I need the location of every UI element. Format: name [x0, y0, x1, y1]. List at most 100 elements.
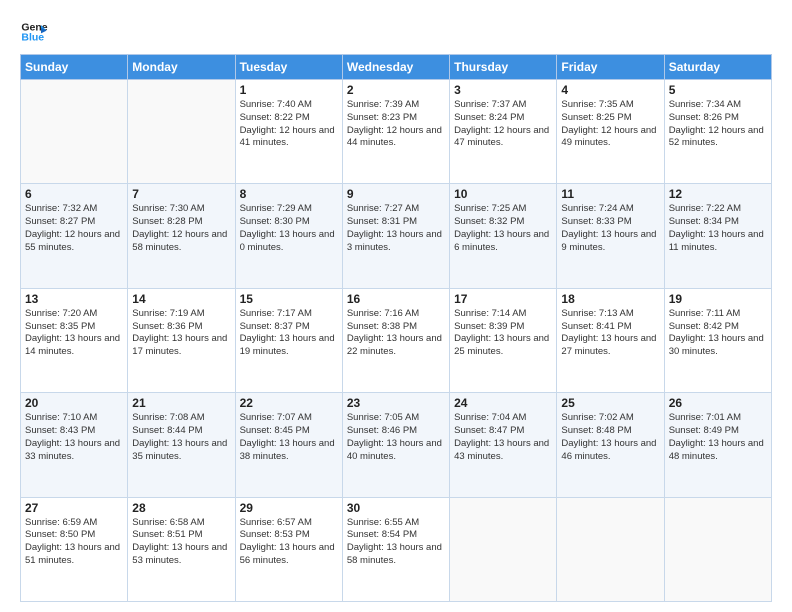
calendar-day-header: Friday	[557, 55, 664, 80]
calendar-cell	[128, 80, 235, 184]
day-info: Sunrise: 7:25 AMSunset: 8:32 PMDaylight:…	[454, 203, 552, 254]
day-number: 24	[454, 396, 552, 410]
day-number: 14	[132, 292, 230, 306]
header: General Blue	[20, 18, 772, 46]
calendar-cell: 1 Sunrise: 7:40 AMSunset: 8:22 PMDaylight…	[235, 80, 342, 184]
calendar-cell: 12 Sunrise: 7:22 AMSunset: 8:34 PMDayligh…	[664, 184, 771, 288]
day-info: Sunrise: 7:32 AMSunset: 8:27 PMDaylight:…	[25, 203, 123, 254]
day-number: 4	[561, 83, 659, 97]
day-info: Sunrise: 7:11 AMSunset: 8:42 PMDaylight:…	[669, 308, 767, 359]
calendar-week-row: 1 Sunrise: 7:40 AMSunset: 8:22 PMDaylight…	[21, 80, 772, 184]
day-info: Sunrise: 7:37 AMSunset: 8:24 PMDaylight:…	[454, 99, 552, 150]
calendar-week-row: 13 Sunrise: 7:20 AMSunset: 8:35 PMDayligh…	[21, 288, 772, 392]
calendar-cell: 15Sunrise: 7:17 AMSunset: 8:37 PMDayligh…	[235, 288, 342, 392]
day-number: 3	[454, 83, 552, 97]
calendar-cell: 22Sunrise: 7:07 AMSunset: 8:45 PMDayligh…	[235, 393, 342, 497]
calendar-cell: 29 Sunrise: 6:57 AMSunset: 8:53 PMDayligh…	[235, 497, 342, 601]
day-number: 7	[132, 187, 230, 201]
day-info: Sunrise: 7:29 AMSunset: 8:30 PMDaylight:…	[240, 203, 338, 254]
day-number: 11	[561, 187, 659, 201]
calendar-cell: 5Sunrise: 7:34 AMSunset: 8:26 PMDaylight…	[664, 80, 771, 184]
day-number: 27	[25, 501, 123, 515]
logo-icon: General Blue	[20, 18, 48, 46]
calendar-cell: 27 Sunrise: 6:59 AMSunset: 8:50 PMDayligh…	[21, 497, 128, 601]
calendar-cell: 13 Sunrise: 7:20 AMSunset: 8:35 PMDayligh…	[21, 288, 128, 392]
day-info: Sunrise: 7:08 AMSunset: 8:44 PMDaylight:…	[132, 412, 230, 463]
day-info: Sunrise: 7:02 AMSunset: 8:48 PMDaylight:…	[561, 412, 659, 463]
calendar-cell: 4 Sunrise: 7:35 AMSunset: 8:25 PMDaylight…	[557, 80, 664, 184]
calendar-cell: 23 Sunrise: 7:05 AMSunset: 8:46 PMDayligh…	[342, 393, 449, 497]
calendar-cell: 24 Sunrise: 7:04 AMSunset: 8:47 PMDayligh…	[450, 393, 557, 497]
day-number: 29	[240, 501, 338, 515]
day-info: Sunrise: 6:59 AMSunset: 8:50 PMDaylight:…	[25, 517, 123, 568]
day-info: Sunrise: 7:24 AMSunset: 8:33 PMDaylight:…	[561, 203, 659, 254]
day-number: 10	[454, 187, 552, 201]
calendar-cell: 11 Sunrise: 7:24 AMSunset: 8:33 PMDayligh…	[557, 184, 664, 288]
day-number: 23	[347, 396, 445, 410]
calendar-cell	[557, 497, 664, 601]
day-number: 21	[132, 396, 230, 410]
day-number: 1	[240, 83, 338, 97]
day-info: Sunrise: 7:10 AMSunset: 8:43 PMDaylight:…	[25, 412, 123, 463]
day-info: Sunrise: 6:57 AMSunset: 8:53 PMDaylight:…	[240, 517, 338, 568]
calendar-cell: 6 Sunrise: 7:32 AMSunset: 8:27 PMDaylight…	[21, 184, 128, 288]
day-info: Sunrise: 7:16 AMSunset: 8:38 PMDaylight:…	[347, 308, 445, 359]
day-info: Sunrise: 7:19 AMSunset: 8:36 PMDaylight:…	[132, 308, 230, 359]
day-number: 13	[25, 292, 123, 306]
page: General Blue SundayMondayTuesdayWednesda…	[0, 0, 792, 612]
day-info: Sunrise: 6:55 AMSunset: 8:54 PMDaylight:…	[347, 517, 445, 568]
calendar-cell: 20Sunrise: 7:10 AMSunset: 8:43 PMDayligh…	[21, 393, 128, 497]
calendar-cell: 8 Sunrise: 7:29 AMSunset: 8:30 PMDaylight…	[235, 184, 342, 288]
calendar-cell: 16 Sunrise: 7:16 AMSunset: 8:38 PMDayligh…	[342, 288, 449, 392]
day-number: 25	[561, 396, 659, 410]
day-info: Sunrise: 7:04 AMSunset: 8:47 PMDaylight:…	[454, 412, 552, 463]
day-info: Sunrise: 7:35 AMSunset: 8:25 PMDaylight:…	[561, 99, 659, 150]
day-number: 19	[669, 292, 767, 306]
calendar-cell: 3 Sunrise: 7:37 AMSunset: 8:24 PMDaylight…	[450, 80, 557, 184]
day-info: Sunrise: 7:05 AMSunset: 8:46 PMDaylight:…	[347, 412, 445, 463]
day-number: 22	[240, 396, 338, 410]
calendar-cell: 9 Sunrise: 7:27 AMSunset: 8:31 PMDaylight…	[342, 184, 449, 288]
calendar-cell: 30 Sunrise: 6:55 AMSunset: 8:54 PMDayligh…	[342, 497, 449, 601]
day-number: 15	[240, 292, 338, 306]
calendar-cell	[664, 497, 771, 601]
calendar-cell: 19 Sunrise: 7:11 AMSunset: 8:42 PMDayligh…	[664, 288, 771, 392]
calendar-day-header: Monday	[128, 55, 235, 80]
day-info: Sunrise: 7:40 AMSunset: 8:22 PMDaylight:…	[240, 99, 338, 150]
calendar-day-header: Saturday	[664, 55, 771, 80]
calendar-cell: 14 Sunrise: 7:19 AMSunset: 8:36 PMDayligh…	[128, 288, 235, 392]
calendar-cell: 10 Sunrise: 7:25 AMSunset: 8:32 PMDayligh…	[450, 184, 557, 288]
calendar-week-row: 27 Sunrise: 6:59 AMSunset: 8:50 PMDayligh…	[21, 497, 772, 601]
calendar-header-row: SundayMondayTuesdayWednesdayThursdayFrid…	[21, 55, 772, 80]
calendar-cell	[450, 497, 557, 601]
calendar-cell	[21, 80, 128, 184]
day-info: Sunrise: 7:30 AMSunset: 8:28 PMDaylight:…	[132, 203, 230, 254]
day-number: 9	[347, 187, 445, 201]
day-number: 30	[347, 501, 445, 515]
day-info: Sunrise: 7:27 AMSunset: 8:31 PMDaylight:…	[347, 203, 445, 254]
day-number: 2	[347, 83, 445, 97]
calendar-cell: 28Sunrise: 6:58 AMSunset: 8:51 PMDayligh…	[128, 497, 235, 601]
day-info: Sunrise: 6:58 AMSunset: 8:51 PMDaylight:…	[132, 517, 230, 568]
calendar-cell: 21 Sunrise: 7:08 AMSunset: 8:44 PMDayligh…	[128, 393, 235, 497]
calendar-table: SundayMondayTuesdayWednesdayThursdayFrid…	[20, 54, 772, 602]
calendar-day-header: Sunday	[21, 55, 128, 80]
day-number: 18	[561, 292, 659, 306]
day-info: Sunrise: 7:39 AMSunset: 8:23 PMDaylight:…	[347, 99, 445, 150]
day-number: 6	[25, 187, 123, 201]
day-number: 16	[347, 292, 445, 306]
calendar-cell: 18Sunrise: 7:13 AMSunset: 8:41 PMDayligh…	[557, 288, 664, 392]
calendar-day-header: Wednesday	[342, 55, 449, 80]
calendar-day-header: Tuesday	[235, 55, 342, 80]
day-info: Sunrise: 7:22 AMSunset: 8:34 PMDaylight:…	[669, 203, 767, 254]
day-info: Sunrise: 7:20 AMSunset: 8:35 PMDaylight:…	[25, 308, 123, 359]
calendar-week-row: 6 Sunrise: 7:32 AMSunset: 8:27 PMDaylight…	[21, 184, 772, 288]
svg-text:Blue: Blue	[21, 31, 44, 43]
calendar-cell: 17Sunrise: 7:14 AMSunset: 8:39 PMDayligh…	[450, 288, 557, 392]
calendar-cell: 2 Sunrise: 7:39 AMSunset: 8:23 PMDaylight…	[342, 80, 449, 184]
day-info: Sunrise: 7:34 AMSunset: 8:26 PMDaylight:…	[669, 99, 767, 150]
day-number: 12	[669, 187, 767, 201]
day-number: 8	[240, 187, 338, 201]
calendar-day-header: Thursday	[450, 55, 557, 80]
day-number: 17	[454, 292, 552, 306]
